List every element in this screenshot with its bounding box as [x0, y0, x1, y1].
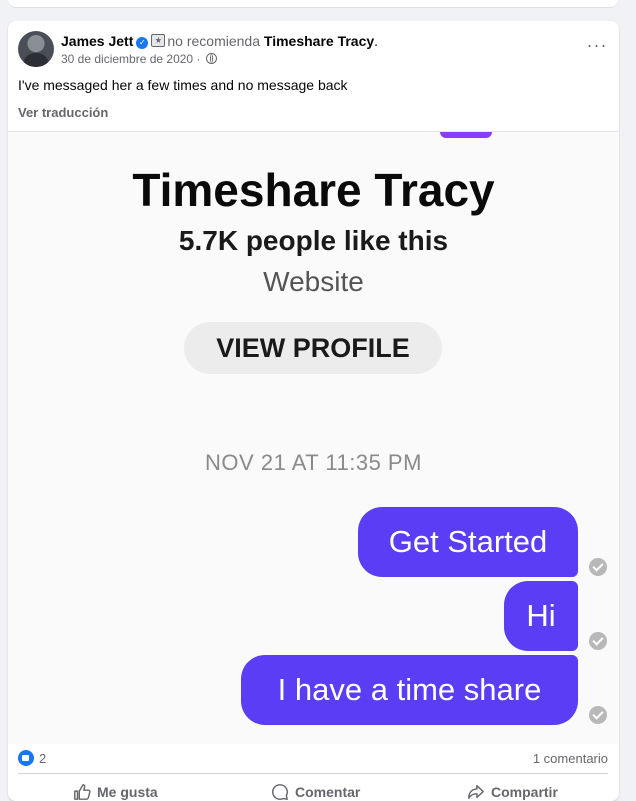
globe-icon — [205, 53, 217, 64]
post-date[interactable]: 30 de diciembre de 2020 · — [61, 52, 200, 66]
screenshot-category: Website — [263, 266, 364, 297]
see-translation-link[interactable]: Ver traducción — [18, 105, 108, 120]
like-label: Me gusta — [97, 784, 158, 800]
previous-card-edge — [8, 0, 618, 8]
review-post-card: James Jett ✓ no recomienda Timeshare Tracy… — [8, 21, 619, 801]
attached-screenshot[interactable]: Timeshare Tracy 5.7K people like this We… — [8, 131, 619, 744]
seen-check-icon — [589, 706, 607, 724]
post-stats: 2 1 comentario — [18, 749, 608, 769]
message-bubble: Get Started — [358, 507, 578, 577]
screenshot-top-accent — [440, 132, 492, 138]
seen-check-icon — [589, 632, 607, 650]
post-header: James Jett ✓ no recomienda Timeshare Tracy… — [18, 31, 608, 71]
comment-button[interactable]: Comentar — [271, 783, 360, 801]
like-reaction-icon[interactable] — [18, 750, 34, 766]
seen-check-icon — [589, 558, 607, 576]
like-icon — [74, 784, 91, 800]
comment-icon — [272, 784, 288, 800]
reaction-count[interactable]: 2 — [39, 751, 46, 766]
share-label: Compartir — [491, 784, 558, 800]
screenshot-view-profile-button: VIEW PROFILE — [184, 322, 442, 374]
page-name-link[interactable]: Timeshare Tracy — [264, 33, 374, 49]
message-bubble: Hi — [504, 581, 578, 651]
post-text: I've messaged her a few times and no mes… — [18, 77, 348, 93]
recommend-text: no recomienda — [167, 33, 261, 49]
share-icon — [468, 784, 484, 800]
more-icon[interactable]: ··· — [584, 36, 610, 58]
page-suffix: . — [374, 33, 379, 49]
screenshot-timestamp: NOV 21 AT 11:35 PM — [205, 450, 422, 475]
verified-icon: ✓ — [136, 37, 149, 49]
share-button[interactable]: Compartir — [467, 783, 558, 801]
comment-label: Comentar — [295, 784, 361, 800]
post-title-line: James Jett ✓ no recomienda Timeshare Tracy… — [61, 33, 378, 49]
author-avatar[interactable] — [18, 31, 54, 67]
screenshot-page-title: Timeshare Tracy — [132, 164, 495, 216]
post-meta: 30 de diciembre de 2020 · — [61, 52, 217, 66]
author-name[interactable]: James Jett — [61, 33, 133, 49]
like-button[interactable]: Me gusta — [73, 783, 158, 801]
comment-count[interactable]: 1 comentario — [533, 751, 608, 766]
not-recommend-icon — [151, 34, 166, 47]
screenshot-likes: 5.7K people like this — [178, 225, 449, 256]
post-actions: Me gusta Comentar Compartir — [18, 773, 608, 801]
message-bubble: I have a time share — [241, 655, 578, 725]
